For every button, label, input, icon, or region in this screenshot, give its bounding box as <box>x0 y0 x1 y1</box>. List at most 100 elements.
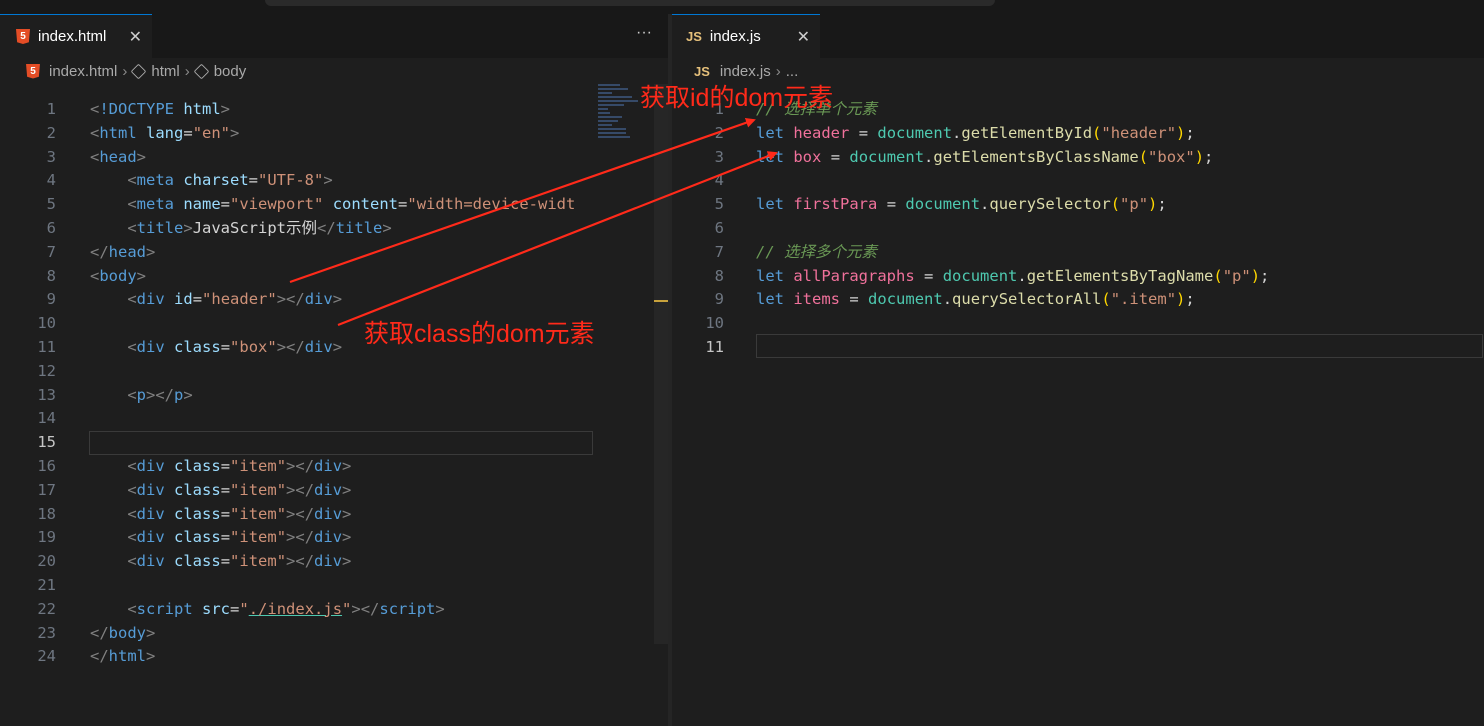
code-line: 22 <script src="./index.js"></script> <box>0 598 668 622</box>
chevron-right-icon: › <box>775 62 781 80</box>
line-number: 11 <box>37 337 56 356</box>
close-icon[interactable]: ✕ <box>797 27 810 47</box>
tab-label: index.js <box>709 28 761 45</box>
code-line: 23 </body> <box>0 622 668 646</box>
code-line-current: 11 <box>672 333 1484 360</box>
vertical-scrollbar[interactable] <box>654 84 668 644</box>
title-bar <box>0 0 1484 14</box>
line-number: 20 <box>37 552 56 571</box>
breadcrumb-item[interactable]: html <box>151 63 179 80</box>
command-center[interactable] <box>265 0 995 6</box>
code-line-current: 15 <box>0 431 668 455</box>
line-number: 2 <box>46 123 56 142</box>
line-number: 4 <box>46 171 56 190</box>
line-number: 8 <box>714 266 724 285</box>
code-line: 13 <p></p> <box>0 384 668 408</box>
line-number: 10 <box>37 314 56 333</box>
line-number: 10 <box>705 314 724 333</box>
line-number: 4 <box>714 171 724 190</box>
close-icon[interactable]: ✕ <box>129 27 142 47</box>
line-number: 12 <box>37 361 56 380</box>
code-line: 9 <div id="header"></div> <box>0 288 668 312</box>
breadcrumb-item[interactable]: index.html <box>49 63 117 80</box>
code-line: 1 <!DOCTYPE html> <box>0 98 668 122</box>
line-number: 7 <box>46 242 56 261</box>
breadcrumb-item[interactable]: index.js <box>720 63 771 80</box>
line-number: 8 <box>46 266 56 285</box>
annotation-class-label: 获取class的dom元素 <box>364 320 595 348</box>
line-number: 23 <box>37 623 56 642</box>
code-editor[interactable]: 1// 选择单个元素 2 let header = document.getEle… <box>672 98 1484 360</box>
breadcrumb-item[interactable]: ... <box>786 63 799 80</box>
code-line: 9 let items = document.querySelectorAll("… <box>672 288 1484 312</box>
code-line: 7 </head> <box>0 241 668 265</box>
code-line: 24 </html> <box>0 645 668 669</box>
line-number: 6 <box>714 218 724 237</box>
code-line: 5 let firstPara = document.querySelector(… <box>672 193 1484 217</box>
symbol-icon <box>193 63 210 79</box>
code-line: 3 <head> <box>0 146 668 170</box>
line-number: 22 <box>37 599 56 618</box>
html5-icon: 5 <box>26 63 40 79</box>
code-line: 6 <box>672 217 1484 241</box>
line-number: 9 <box>46 290 56 309</box>
line-number: 21 <box>37 575 56 594</box>
tab-bar: 5 index.html ✕ ··· <box>0 14 668 58</box>
code-line: 4 <box>672 169 1484 193</box>
line-number: 5 <box>46 195 56 214</box>
code-line: 8 let allParagraphs = document.getElement… <box>672 265 1484 289</box>
line-number: 9 <box>714 290 724 309</box>
javascript-icon: JS <box>694 63 710 79</box>
code-line: 8 <body> <box>0 265 668 289</box>
line-number: 24 <box>37 647 56 666</box>
line-number: 1 <box>46 100 56 118</box>
annotation-id-label: 获取id的dom元素 <box>640 84 834 112</box>
chevron-right-icon: › <box>122 62 128 80</box>
tab-bar: JS index.js ✕ <box>672 14 1484 58</box>
line-number: 19 <box>37 528 56 547</box>
line-number: 3 <box>46 147 56 166</box>
chevron-right-icon: › <box>184 62 190 80</box>
breadcrumb: 5 index.html › html › body <box>0 58 668 84</box>
code-line: 5 <meta name="viewport" content="width=d… <box>0 193 668 217</box>
code-line: 2 let header = document.getElementById("h… <box>672 122 1484 146</box>
code-line: 21 <box>0 574 668 598</box>
line-number: 17 <box>37 480 56 499</box>
code-line: 10 <box>672 312 1484 336</box>
line-number: 7 <box>714 242 724 261</box>
tab-index-js[interactable]: JS index.js ✕ <box>672 14 820 58</box>
code-line: 3 let box = document.getElementsByClassNa… <box>672 146 1484 170</box>
code-line: 17 <div class="item"></div> <box>0 479 668 503</box>
line-number: 11 <box>705 337 724 356</box>
line-number: 14 <box>37 409 56 428</box>
symbol-icon <box>131 63 147 79</box>
code-line: 6 <title>JavaScript示例</title> <box>0 217 668 241</box>
code-editor[interactable]: 1 <!DOCTYPE html> 2 <html lang="en"> 3 <hea… <box>0 98 668 669</box>
line-number: 5 <box>714 195 724 214</box>
scroll-marker <box>654 300 668 302</box>
html5-icon: 5 <box>16 29 30 44</box>
code-line: 12 <box>0 360 668 384</box>
line-number: 18 <box>37 504 56 523</box>
code-line: 4 <meta charset="UTF-8"> <box>0 169 668 193</box>
line-number: 6 <box>46 218 56 237</box>
code-line: 16 <div class="item"></div> <box>0 455 668 479</box>
code-line: 20 <div class="item"></div> <box>0 550 668 574</box>
line-number: 16 <box>37 456 56 475</box>
tab-index-html[interactable]: 5 index.html ✕ <box>0 14 152 58</box>
more-actions-icon[interactable]: ··· <box>636 24 652 42</box>
code-line: 14 <box>0 407 668 431</box>
code-line: 19 <div class="item"></div> <box>0 526 668 550</box>
line-number: 15 <box>37 433 56 452</box>
breadcrumb-item[interactable]: body <box>214 63 247 80</box>
line-number: 3 <box>714 147 724 166</box>
tab-label: index.html <box>38 28 107 45</box>
minimap[interactable] <box>598 84 638 154</box>
line-number: 13 <box>37 385 56 404</box>
javascript-icon: JS <box>686 29 702 44</box>
code-line: 18 <div class="item"></div> <box>0 503 668 527</box>
line-number: 2 <box>714 123 724 142</box>
code-line: 7// 选择多个元素 <box>672 241 1484 265</box>
editor-pane-html: 5 index.html ✕ ··· 5 index.html › html ›… <box>0 14 668 726</box>
editor-pane-js: JS index.js ✕ JS index.js › ... 1// 选择单个… <box>672 14 1484 726</box>
